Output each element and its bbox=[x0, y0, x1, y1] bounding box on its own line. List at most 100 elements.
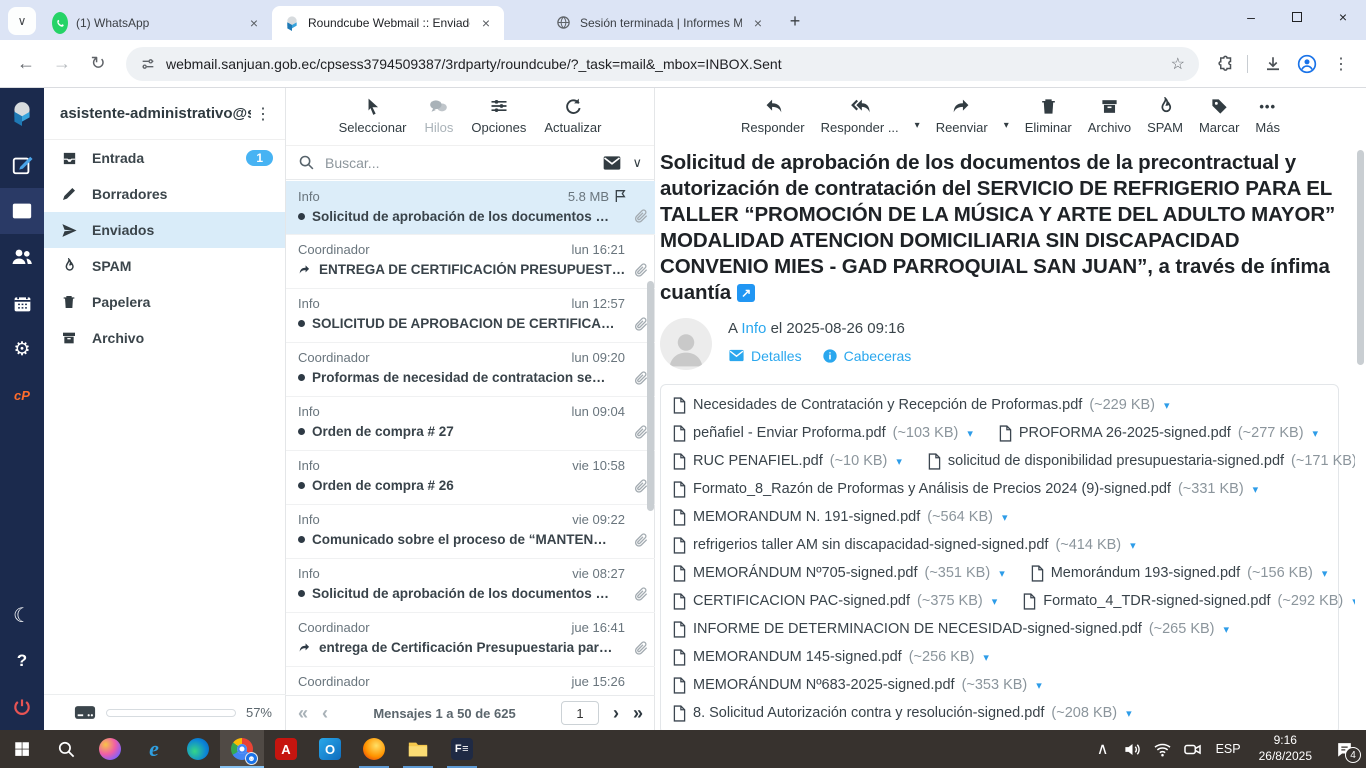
attachment[interactable]: solicitud de disponibilidad presupuestar… bbox=[928, 453, 1355, 470]
attachment-menu-caret[interactable]: ▾ bbox=[1130, 539, 1136, 552]
dark-mode-toggle[interactable]: ☾ bbox=[0, 592, 44, 638]
tab-close-icon[interactable]: × bbox=[750, 15, 766, 31]
back-button[interactable]: ← bbox=[10, 48, 42, 80]
last-page-button[interactable]: » bbox=[633, 704, 643, 722]
file-explorer-icon[interactable] bbox=[396, 730, 440, 768]
message-row[interactable]: Info5.8 MB Solicitud de aprobación de lo… bbox=[286, 181, 655, 235]
forward-button-mail[interactable]: Reenviar bbox=[936, 94, 988, 135]
taskbar-search-button[interactable] bbox=[44, 730, 88, 768]
acrobat-icon[interactable]: A bbox=[264, 730, 308, 768]
attachment-menu-caret[interactable]: ▾ bbox=[999, 567, 1005, 580]
headers-link[interactable]: Cabeceras bbox=[822, 348, 912, 364]
attachment[interactable]: INFORME DE DETERMINACION DE NECESIDAD-si… bbox=[673, 621, 1229, 638]
tab-search-button[interactable]: ∨ bbox=[8, 7, 36, 35]
chrome-icon[interactable]: ☻ bbox=[220, 730, 264, 768]
start-button[interactable] bbox=[0, 730, 44, 768]
attachment[interactable]: PROFORMA 26-2025-signed.pdf(~277 KB)▾ bbox=[999, 425, 1318, 442]
window-close-button[interactable]: × bbox=[1320, 0, 1366, 34]
folder-archive[interactable]: Archivo bbox=[44, 320, 285, 356]
edge-icon[interactable] bbox=[176, 730, 220, 768]
refresh-button[interactable]: Actualizar bbox=[544, 94, 601, 135]
settings-nav-button[interactable]: ⚙ bbox=[0, 326, 44, 372]
archive-button[interactable]: Archivo bbox=[1088, 94, 1131, 135]
attachment[interactable]: peñafiel - Enviar Proforma.pdf(~103 KB)▾ bbox=[673, 425, 973, 442]
folder-inbox[interactable]: Entrada 1 bbox=[44, 140, 285, 176]
delete-button[interactable]: Eliminar bbox=[1025, 94, 1072, 135]
attachment[interactable]: Formato_4_TDR-signed-signed.pdf(~292 KB)… bbox=[1023, 593, 1355, 610]
attachment-menu-caret[interactable]: ▾ bbox=[1322, 567, 1328, 580]
message-row[interactable]: Infovie 10:58 Orden de compra # 26 bbox=[286, 451, 655, 505]
attachment-menu-caret[interactable]: ▾ bbox=[1126, 707, 1132, 720]
new-tab-button[interactable]: + bbox=[782, 8, 808, 34]
message-row[interactable]: Infolun 09:04 Orden de compra # 27 bbox=[286, 397, 655, 451]
attachment[interactable]: 8. Solicitud Autorización contra y resol… bbox=[673, 705, 1132, 722]
next-page-button[interactable]: › bbox=[613, 704, 619, 722]
tab-close-icon[interactable]: × bbox=[246, 15, 262, 31]
tab-close-icon[interactable]: × bbox=[478, 15, 494, 31]
tab-roundcube-active[interactable]: Roundcube Webmail :: Enviados × bbox=[272, 6, 504, 40]
attachment[interactable]: Formato_8_Razón de Proformas y Análisis … bbox=[673, 481, 1258, 498]
attachment[interactable]: refrigerios taller AM sin discapacidad-s… bbox=[673, 537, 1136, 554]
language-indicator[interactable]: ESP bbox=[1208, 742, 1249, 756]
attachment[interactable]: MEMORANDUM 145-signed.pdf(~256 KB)▾ bbox=[673, 649, 989, 666]
internet-explorer-icon[interactable]: e bbox=[132, 730, 176, 768]
attachment-menu-caret[interactable]: ▾ bbox=[1002, 511, 1008, 524]
attachment-menu-caret[interactable]: ▾ bbox=[983, 651, 989, 664]
tray-expand-icon[interactable]: ∧ bbox=[1088, 730, 1118, 768]
attachment-menu-caret[interactable]: ▾ bbox=[1036, 679, 1042, 692]
search-input[interactable] bbox=[325, 155, 592, 171]
bookmark-star-icon[interactable]: ☆ bbox=[1171, 54, 1185, 74]
message-row[interactable]: Infovie 08:27 Solicitud de aprobación de… bbox=[286, 559, 655, 613]
attachment-menu-caret[interactable]: ▾ bbox=[967, 427, 973, 440]
window-restore-button[interactable] bbox=[1274, 0, 1320, 34]
search-options-caret[interactable]: ∨ bbox=[632, 155, 642, 171]
tab-session[interactable]: Sesión terminada | Informes Me × bbox=[544, 6, 776, 40]
attachment-menu-caret[interactable]: ▾ bbox=[1253, 483, 1259, 496]
url-text[interactable]: webmail.sanjuan.gob.ec/cpsess3794509387/… bbox=[166, 56, 782, 72]
clock[interactable]: 9:16 26/8/2025 bbox=[1249, 733, 1322, 764]
message-row[interactable]: Infovie 09:22 Comunicado sobre el proces… bbox=[286, 505, 655, 559]
message-row[interactable]: Infolun 12:57 SOLICITUD DE APROBACION DE… bbox=[286, 289, 655, 343]
select-button[interactable]: Seleccionar bbox=[339, 94, 407, 135]
fe-app-icon[interactable]: F≡ bbox=[440, 730, 484, 768]
outlook-icon[interactable]: O bbox=[308, 730, 352, 768]
reading-scrollbar[interactable] bbox=[1357, 150, 1364, 365]
meet-now-icon[interactable] bbox=[1178, 730, 1208, 768]
folder-trash[interactable]: Papelera bbox=[44, 284, 285, 320]
mark-button[interactable]: Marcar bbox=[1199, 94, 1239, 135]
window-minimize-button[interactable]: – bbox=[1228, 0, 1274, 34]
address-bar[interactable]: webmail.sanjuan.gob.ec/cpsess3794509387/… bbox=[126, 47, 1199, 81]
list-options-button[interactable]: Opciones bbox=[471, 94, 526, 135]
threads-button[interactable]: Hilos bbox=[425, 94, 454, 135]
browser-menu-icon[interactable]: ⋮ bbox=[1326, 49, 1356, 79]
attachment[interactable]: Necesidades de Contratación y Recepción … bbox=[673, 397, 1170, 414]
reply-button[interactable]: Responder bbox=[741, 94, 805, 135]
details-link[interactable]: Detalles bbox=[728, 347, 802, 364]
account-menu-icon[interactable]: ⋮ bbox=[251, 104, 275, 124]
prev-page-button[interactable]: ‹ bbox=[322, 704, 328, 722]
page-number-input[interactable] bbox=[561, 701, 599, 725]
attachment[interactable]: Memorándum 193-signed.pdf(~156 KB)▾ bbox=[1031, 565, 1328, 582]
attachment-menu-caret[interactable]: ▾ bbox=[1164, 399, 1170, 412]
reload-button[interactable]: ↻ bbox=[82, 48, 114, 80]
attachment[interactable]: MEMORÁNDUM Nº683-2025-signed.pdf(~353 KB… bbox=[673, 677, 1042, 694]
attachment-menu-caret[interactable]: ▾ bbox=[1313, 427, 1319, 440]
help-button[interactable]: ? bbox=[0, 638, 44, 684]
first-page-button[interactable]: « bbox=[298, 704, 308, 722]
attachment-menu-caret[interactable]: ▾ bbox=[1352, 595, 1355, 608]
compose-button[interactable] bbox=[0, 142, 44, 188]
search-scope-icon[interactable] bbox=[602, 153, 622, 173]
wifi-icon[interactable] bbox=[1148, 730, 1178, 768]
contacts-nav-button[interactable] bbox=[0, 234, 44, 280]
attachment[interactable]: RUC PENAFIEL.pdf(~10 KB)▾ bbox=[673, 453, 902, 470]
reply-all-button[interactable]: Responder ... bbox=[821, 94, 899, 135]
more-button[interactable]: ••• Más bbox=[1255, 94, 1280, 135]
copilot-icon[interactable] bbox=[88, 730, 132, 768]
folder-sent[interactable]: Enviados bbox=[44, 212, 285, 248]
tab-whatsapp[interactable]: (1) WhatsApp × bbox=[40, 6, 272, 40]
folder-spam[interactable]: SPAM bbox=[44, 248, 285, 284]
folder-drafts[interactable]: Borradores bbox=[44, 176, 285, 212]
forward-button[interactable]: → bbox=[46, 48, 78, 80]
notifications-icon[interactable]: 4 bbox=[1322, 730, 1366, 768]
attachment-menu-caret[interactable]: ▾ bbox=[1224, 623, 1230, 636]
